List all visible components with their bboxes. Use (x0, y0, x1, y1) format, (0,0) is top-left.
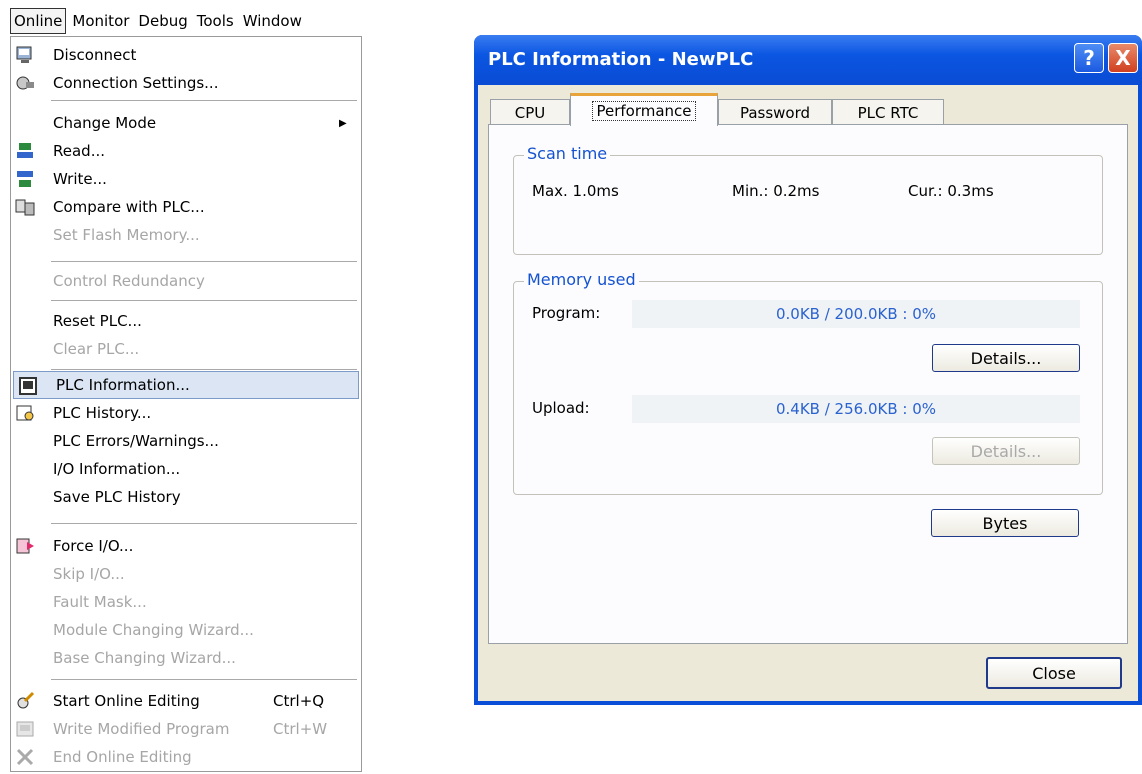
menu-window[interactable]: Window (240, 9, 305, 33)
upload-details-button[interactable]: Details... (932, 437, 1080, 465)
menu-item-plc-errors-warnings[interactable]: PLC Errors/Warnings... (11, 427, 361, 455)
menu-separator (51, 523, 357, 524)
menu-item-clear-plc[interactable]: Clear PLC... (11, 335, 361, 363)
write-icon (17, 171, 33, 187)
menu-item-read[interactable]: Read... (11, 137, 361, 165)
plc-information-dialog: PLC Information - NewPLC ? X CPU Perform… (474, 35, 1142, 705)
compare-icon (15, 199, 35, 216)
menu-item-base-changing-wizard[interactable]: Base Changing Wizard... (11, 644, 361, 672)
menu-item-set-flash-memory[interactable]: Set Flash Memory... (11, 221, 361, 249)
close-icon: X (1115, 46, 1131, 70)
tab-password[interactable]: Password (718, 99, 832, 125)
start-online-editing-icon (17, 691, 35, 709)
menu-monitor[interactable]: Monitor (69, 9, 132, 33)
disconnect-icon (16, 46, 32, 63)
upload-label: Upload: (532, 399, 590, 417)
menu-item-io-information[interactable]: I/O Information... (11, 455, 361, 483)
read-icon (17, 143, 33, 158)
menu-item-disconnect[interactable]: Disconnect (11, 41, 361, 69)
menu-separator (51, 679, 357, 680)
menu-item-force-io[interactable]: Force I/O... (11, 532, 361, 560)
end-online-editing-icon (16, 748, 34, 766)
titlebar-close-button[interactable]: X (1108, 43, 1138, 73)
menu-item-plc-information[interactable]: PLC Information... (13, 371, 359, 399)
menu-item-compare[interactable]: Compare with PLC... (11, 193, 361, 221)
menu-item-control-redundancy[interactable]: Control Redundancy (11, 267, 361, 295)
menu-item-write[interactable]: Write... (11, 165, 361, 193)
memory-used-group: Memory used Program: 0.0KB / 200.0KB : 0… (513, 270, 1103, 495)
menu-item-end-online-editing[interactable]: End Online Editing (11, 743, 361, 771)
help-icon: ? (1083, 46, 1095, 70)
menu-item-save-plc-history[interactable]: Save PLC History (11, 483, 361, 511)
force-io-icon (16, 538, 34, 554)
scan-time-cur: Cur.: 0.3ms (908, 182, 994, 200)
scan-time-group: Scan time Max. 1.0ms Min.: 0.2ms Cur.: 0… (513, 144, 1103, 255)
menu-item-plc-history[interactable]: PLC History... (11, 399, 361, 427)
menu-item-start-online-editing[interactable]: Start Online Editing Ctrl+Q (11, 687, 361, 715)
plc-information-icon (19, 377, 37, 395)
menu-item-skip-io[interactable]: Skip I/O... (11, 560, 361, 588)
connection-settings-icon (16, 76, 34, 90)
tab-cpu[interactable]: CPU (490, 99, 570, 125)
menu-item-module-changing-wizard[interactable]: Module Changing Wizard... (11, 616, 361, 644)
scan-time-min: Min.: 0.2ms (732, 182, 820, 200)
memory-used-label: Memory used (524, 270, 639, 289)
upload-memory-value: 0.4KB / 256.0KB : 0% (632, 395, 1080, 423)
help-button[interactable]: ? (1074, 43, 1104, 73)
scan-time-label: Scan time (524, 144, 611, 163)
program-memory-value: 0.0KB / 200.0KB : 0% (632, 300, 1080, 328)
menu-bar: Online Monitor Debug Tools Window (10, 8, 308, 34)
submenu-arrow-icon: ▶ (339, 117, 347, 129)
menu-item-reset-plc[interactable]: Reset PLC... (11, 307, 361, 335)
menu-tools[interactable]: Tools (194, 9, 237, 33)
menu-separator (51, 100, 357, 101)
plc-history-icon (16, 405, 34, 421)
performance-tab-panel: Scan time Max. 1.0ms Min.: 0.2ms Cur.: 0… (488, 124, 1128, 644)
dialog-titlebar[interactable]: PLC Information - NewPLC ? X (474, 35, 1142, 85)
dialog-title: PLC Information - NewPLC (488, 49, 754, 70)
menu-item-change-mode[interactable]: Change Mode ▶ (11, 109, 361, 137)
menu-separator (51, 369, 357, 370)
menu-online[interactable]: Online (10, 8, 67, 34)
program-details-button[interactable]: Details... (932, 344, 1080, 372)
tab-plc-rtc[interactable]: PLC RTC (832, 99, 944, 125)
bytes-button[interactable]: Bytes (931, 509, 1079, 537)
online-menu-dropdown: Disconnect Connection Settings... Change… (10, 36, 362, 772)
menu-debug[interactable]: Debug (135, 9, 190, 33)
scan-time-max: Max. 1.0ms (532, 182, 619, 200)
menu-separator (51, 300, 357, 301)
menu-separator (51, 261, 357, 262)
close-button[interactable]: Close (986, 657, 1122, 689)
tab-performance[interactable]: Performance (570, 93, 718, 126)
write-modified-program-icon (16, 721, 34, 737)
menu-item-connection-settings[interactable]: Connection Settings... (11, 69, 361, 97)
dialog-client-area: CPU Performance Password PLC RTC Scan ti… (478, 85, 1138, 701)
menu-item-write-modified-program[interactable]: Write Modified Program Ctrl+W (11, 715, 361, 743)
menu-item-fault-mask[interactable]: Fault Mask... (11, 588, 361, 616)
program-label: Program: (532, 304, 601, 322)
